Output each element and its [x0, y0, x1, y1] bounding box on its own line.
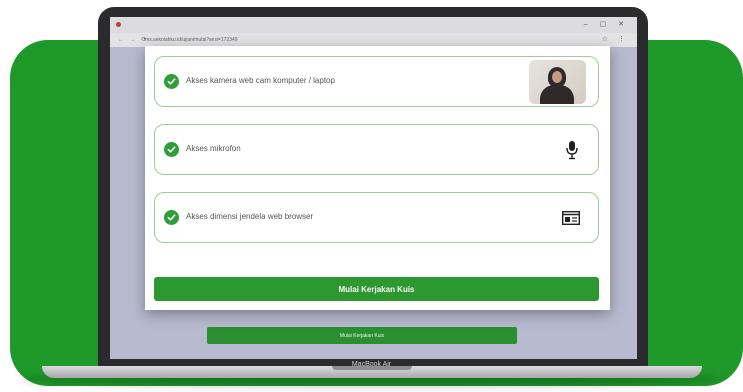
window-controls[interactable]: – ▢ ✕ [584, 20, 629, 28]
microphone-icon [566, 140, 578, 165]
browser-window-icon [561, 210, 581, 230]
background-start-button[interactable]: Mulai Kerjakan Kuis [207, 327, 517, 344]
check-circle-icon [164, 142, 179, 157]
permission-label: Akses kamera web cam komputer / laptop [186, 76, 335, 85]
background-start-button-label: Mulai Kerjakan Kuis [339, 332, 385, 339]
permission-card-browser-window: Akses dimensi jendela web browser [154, 192, 599, 243]
permission-label: Akses dimensi jendela web browser [186, 212, 314, 221]
device-label: MacBook Air [351, 361, 392, 368]
webcam-preview-image [529, 60, 586, 104]
browser-toolbar-icons[interactable]: ☆ ⋮ [602, 35, 629, 43]
browser-tab-icon[interactable] [116, 22, 121, 27]
address-bar[interactable]: ← → ⟳ lms.sekolahku.id/ujian/mulai?sesi=… [116, 36, 536, 45]
browser-chrome: – ▢ ✕ ← → ⟳ lms.sekolahku.id/ujian/mulai… [110, 17, 637, 47]
url-text[interactable]: lms.sekolahku.id/ujian/mulai?sesi=172349 [144, 37, 238, 43]
permission-card-microphone: Akses mikrofon [154, 124, 599, 175]
permission-label: Akses mikrofon [186, 144, 241, 153]
permission-modal: Akses kamera web cam komputer / laptop A… [145, 46, 610, 310]
permission-card-camera: Akses kamera web cam komputer / laptop [154, 56, 599, 107]
tab-strip: – ▢ ✕ [110, 17, 637, 33]
start-quiz-button[interactable]: Mulai Kerjakan Kuis [154, 277, 599, 301]
start-quiz-button-label: Mulai Kerjakan Kuis [338, 284, 415, 294]
check-circle-icon [164, 210, 179, 225]
check-circle-icon [164, 74, 179, 89]
